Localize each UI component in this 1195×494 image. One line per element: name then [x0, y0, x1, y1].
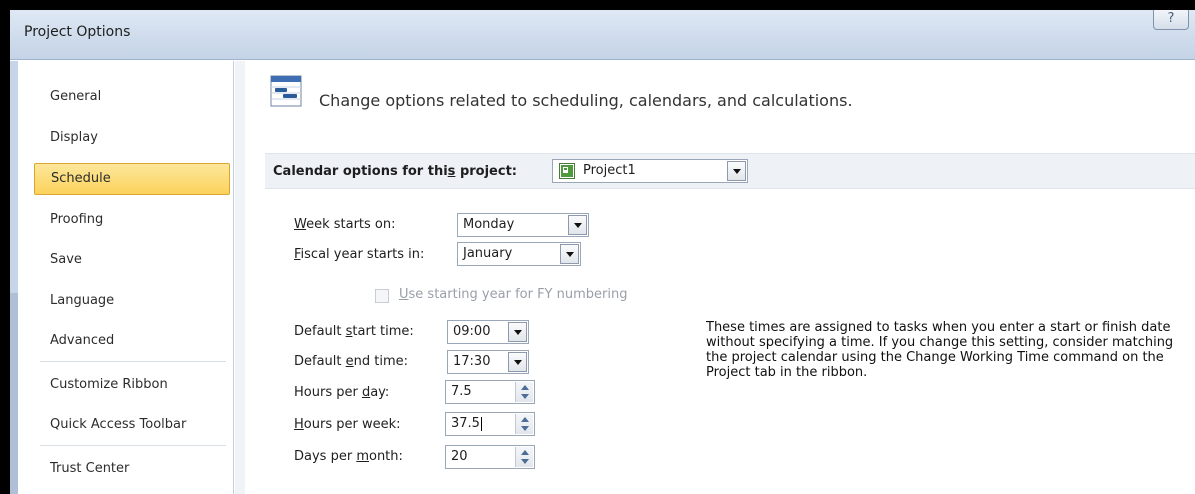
start-time-select[interactable]: 09:00	[447, 320, 529, 344]
start-time-label: Default start time:	[294, 324, 414, 339]
sidebar-item-trust-center[interactable]: Trust Center	[34, 453, 230, 485]
days-per-month-value: 20	[451, 449, 468, 464]
sidebar-item-advanced[interactable]: Advanced	[34, 325, 230, 357]
sidebar-separator	[40, 361, 226, 362]
fy-numbering-checkbox[interactable]	[375, 289, 389, 303]
days-per-month-label: Days per month:	[294, 449, 403, 464]
dropdown-arrow-icon[interactable]	[727, 161, 746, 181]
fy-numbering-label: Use starting year for FY numbering	[399, 287, 628, 302]
sidebar-item-quick-access-toolbar[interactable]: Quick Access Toolbar	[34, 409, 230, 441]
help-button[interactable]: ?	[1153, 10, 1189, 30]
project-select-value: Project1	[583, 163, 636, 178]
panel-description: Change options related to scheduling, ca…	[319, 91, 853, 110]
dropdown-arrow-icon[interactable]	[508, 352, 527, 372]
days-per-month-stepper[interactable]: 20	[445, 445, 535, 469]
end-time-label: Default end time:	[294, 354, 409, 369]
fiscal-year-value: January	[463, 246, 513, 261]
fiscal-year-select[interactable]: January	[457, 242, 581, 266]
hours-per-day-value: 7.5	[451, 384, 472, 399]
schedule-panel: Change options related to scheduling, ca…	[245, 61, 1195, 494]
hours-per-week-stepper[interactable]: 37.5	[445, 412, 535, 436]
sidebar-item-schedule[interactable]: Schedule	[34, 163, 230, 195]
text-caret	[480, 416, 482, 431]
schedule-gantt-icon	[270, 75, 302, 107]
times-info-text: These times are assigned to tasks when y…	[706, 320, 1174, 380]
hours-per-day-label: Hours per day:	[294, 385, 390, 400]
end-time-value: 17:30	[453, 354, 491, 369]
hours-per-week-value: 37.5	[451, 416, 482, 431]
end-time-select[interactable]: 17:30	[447, 350, 529, 374]
spinner-arrows-icon[interactable]	[515, 382, 533, 402]
spinner-arrows-icon[interactable]	[515, 447, 533, 467]
sidebar-item-display[interactable]: Display	[34, 122, 230, 154]
dropdown-arrow-icon[interactable]	[568, 215, 587, 235]
project-select[interactable]: Project1	[552, 159, 748, 183]
hours-per-day-stepper[interactable]: 7.5	[445, 380, 535, 404]
window-title: Project Options	[24, 24, 131, 40]
project-file-icon	[559, 163, 575, 179]
left-frame-strip	[10, 293, 18, 494]
calendar-options-label: Calendar options for this project:	[273, 164, 517, 179]
week-starts-value: Monday	[463, 217, 515, 232]
dropdown-arrow-icon[interactable]	[560, 244, 579, 264]
spinner-arrows-icon[interactable]	[515, 414, 533, 434]
left-frame	[10, 61, 18, 494]
sidebar-item-save[interactable]: Save	[34, 244, 230, 276]
panel-divider	[235, 61, 245, 494]
options-sidebar: General Display Schedule Proofing Save L…	[18, 61, 234, 494]
sidebar-item-customize-ribbon[interactable]: Customize Ribbon	[34, 369, 230, 401]
project-options-window: Project Options ? General Display Schedu…	[10, 10, 1195, 494]
week-starts-select[interactable]: Monday	[457, 213, 589, 237]
fiscal-year-label: Fiscal year starts in:	[294, 247, 425, 262]
sidebar-item-general[interactable]: General	[34, 81, 230, 113]
dropdown-arrow-icon[interactable]	[508, 322, 527, 342]
sidebar-item-proofing[interactable]: Proofing	[34, 204, 230, 236]
title-bar: Project Options ?	[10, 10, 1195, 60]
sidebar-separator	[40, 445, 226, 446]
hours-per-week-label: Hours per week:	[294, 417, 401, 432]
week-starts-label: Week starts on:	[294, 217, 396, 232]
start-time-value: 09:00	[453, 324, 491, 339]
calendar-options-section: Calendar options for this project: Proje…	[265, 153, 1195, 189]
sidebar-item-language[interactable]: Language	[34, 285, 230, 317]
help-icon: ?	[1167, 11, 1175, 26]
